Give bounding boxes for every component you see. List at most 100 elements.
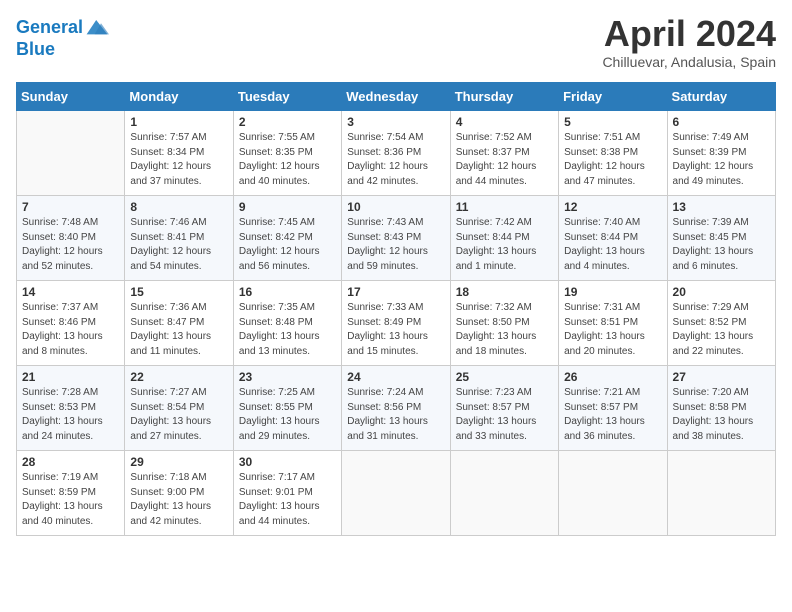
calendar-week-row: 14 Sunrise: 7:37 AM Sunset: 8:46 PM Dayli… [17, 281, 776, 366]
calendar-cell: 14 Sunrise: 7:37 AM Sunset: 8:46 PM Dayli… [17, 281, 125, 366]
day-detail: Sunrise: 7:51 AM Sunset: 8:38 PM Dayligh… [564, 131, 661, 189]
day-number: 14 [22, 285, 119, 299]
day-number: 9 [239, 200, 336, 214]
day-detail: Sunrise: 7:57 AM Sunset: 8:34 PM Dayligh… [130, 131, 227, 189]
day-detail: Sunrise: 7:46 AM Sunset: 8:41 PM Dayligh… [130, 216, 227, 274]
day-number: 13 [673, 200, 770, 214]
logo-icon [85, 16, 109, 40]
day-number: 24 [347, 370, 444, 384]
logo: General Blue [16, 16, 109, 60]
day-detail: Sunrise: 7:43 AM Sunset: 8:43 PM Dayligh… [347, 216, 444, 274]
weekday-header: Friday [559, 83, 667, 111]
calendar-cell: 21 Sunrise: 7:28 AM Sunset: 8:53 PM Dayli… [17, 366, 125, 451]
day-detail: Sunrise: 7:17 AM Sunset: 9:01 PM Dayligh… [239, 471, 336, 529]
day-detail: Sunrise: 7:23 AM Sunset: 8:57 PM Dayligh… [456, 386, 553, 444]
day-number: 10 [347, 200, 444, 214]
calendar-cell [667, 451, 775, 536]
day-number: 7 [22, 200, 119, 214]
day-number: 19 [564, 285, 661, 299]
calendar-cell: 5 Sunrise: 7:51 AM Sunset: 8:38 PM Daylig… [559, 111, 667, 196]
day-number: 20 [673, 285, 770, 299]
calendar-table: SundayMondayTuesdayWednesdayThursdayFrid… [16, 82, 776, 536]
day-number: 6 [673, 115, 770, 129]
day-detail: Sunrise: 7:29 AM Sunset: 8:52 PM Dayligh… [673, 301, 770, 359]
calendar-cell [559, 451, 667, 536]
day-detail: Sunrise: 7:35 AM Sunset: 8:48 PM Dayligh… [239, 301, 336, 359]
day-number: 26 [564, 370, 661, 384]
day-number: 5 [564, 115, 661, 129]
day-number: 30 [239, 455, 336, 469]
calendar-cell: 16 Sunrise: 7:35 AM Sunset: 8:48 PM Dayli… [233, 281, 341, 366]
calendar-week-row: 1 Sunrise: 7:57 AM Sunset: 8:34 PM Daylig… [17, 111, 776, 196]
day-detail: Sunrise: 7:32 AM Sunset: 8:50 PM Dayligh… [456, 301, 553, 359]
day-detail: Sunrise: 7:33 AM Sunset: 8:49 PM Dayligh… [347, 301, 444, 359]
day-detail: Sunrise: 7:48 AM Sunset: 8:40 PM Dayligh… [22, 216, 119, 274]
calendar-cell: 27Sunrise: 7:20 AM Sunset: 8:58 PM Dayli… [667, 366, 775, 451]
day-number: 15 [130, 285, 227, 299]
day-detail: Sunrise: 7:39 AM Sunset: 8:45 PM Dayligh… [673, 216, 770, 274]
day-number: 1 [130, 115, 227, 129]
calendar-cell: 23 Sunrise: 7:25 AM Sunset: 8:55 PM Dayli… [233, 366, 341, 451]
weekday-header-row: SundayMondayTuesdayWednesdayThursdayFrid… [17, 83, 776, 111]
calendar-cell: 29Sunrise: 7:18 AM Sunset: 9:00 PM Dayli… [125, 451, 233, 536]
day-number: 22 [130, 370, 227, 384]
calendar-cell: 19 Sunrise: 7:31 AM Sunset: 8:51 PM Dayli… [559, 281, 667, 366]
day-number: 2 [239, 115, 336, 129]
day-number: 21 [22, 370, 119, 384]
location-subtitle: Chilluevar, Andalusia, Spain [602, 54, 776, 70]
calendar-week-row: 21 Sunrise: 7:28 AM Sunset: 8:53 PM Dayli… [17, 366, 776, 451]
day-detail: Sunrise: 7:18 AM Sunset: 9:00 PM Dayligh… [130, 471, 227, 529]
weekday-header: Wednesday [342, 83, 450, 111]
day-detail: Sunrise: 7:49 AM Sunset: 8:39 PM Dayligh… [673, 131, 770, 189]
day-number: 27 [673, 370, 770, 384]
calendar-cell: 20 Sunrise: 7:29 AM Sunset: 8:52 PM Dayli… [667, 281, 775, 366]
weekday-header: Tuesday [233, 83, 341, 111]
calendar-cell: 12Sunrise: 7:40 AM Sunset: 8:44 PM Dayli… [559, 196, 667, 281]
weekday-header: Saturday [667, 83, 775, 111]
day-detail: Sunrise: 7:28 AM Sunset: 8:53 PM Dayligh… [22, 386, 119, 444]
calendar-week-row: 28 Sunrise: 7:19 AM Sunset: 8:59 PM Dayli… [17, 451, 776, 536]
month-title: April 2024 [602, 16, 776, 52]
day-detail: Sunrise: 7:27 AM Sunset: 8:54 PM Dayligh… [130, 386, 227, 444]
calendar-cell: 22 Sunrise: 7:27 AM Sunset: 8:54 PM Dayli… [125, 366, 233, 451]
calendar-cell: 1 Sunrise: 7:57 AM Sunset: 8:34 PM Daylig… [125, 111, 233, 196]
day-detail: Sunrise: 7:19 AM Sunset: 8:59 PM Dayligh… [22, 471, 119, 529]
day-detail: Sunrise: 7:52 AM Sunset: 8:37 PM Dayligh… [456, 131, 553, 189]
day-detail: Sunrise: 7:37 AM Sunset: 8:46 PM Dayligh… [22, 301, 119, 359]
day-number: 11 [456, 200, 553, 214]
weekday-header: Monday [125, 83, 233, 111]
calendar-cell: 10 Sunrise: 7:43 AM Sunset: 8:43 PM Dayli… [342, 196, 450, 281]
calendar-cell: 17 Sunrise: 7:33 AM Sunset: 8:49 PM Dayli… [342, 281, 450, 366]
day-number: 17 [347, 285, 444, 299]
day-detail: Sunrise: 7:55 AM Sunset: 8:35 PM Dayligh… [239, 131, 336, 189]
calendar-cell: 8 Sunrise: 7:46 AM Sunset: 8:41 PM Daylig… [125, 196, 233, 281]
calendar-cell: 25 Sunrise: 7:23 AM Sunset: 8:57 PM Dayli… [450, 366, 558, 451]
day-detail: Sunrise: 7:31 AM Sunset: 8:51 PM Dayligh… [564, 301, 661, 359]
day-number: 23 [239, 370, 336, 384]
day-number: 28 [22, 455, 119, 469]
day-number: 25 [456, 370, 553, 384]
calendar-cell: 4 Sunrise: 7:52 AM Sunset: 8:37 PM Daylig… [450, 111, 558, 196]
day-detail: Sunrise: 7:24 AM Sunset: 8:56 PM Dayligh… [347, 386, 444, 444]
logo-text2: Blue [16, 40, 55, 60]
day-number: 18 [456, 285, 553, 299]
calendar-cell: 7 Sunrise: 7:48 AM Sunset: 8:40 PM Daylig… [17, 196, 125, 281]
day-detail: Sunrise: 7:36 AM Sunset: 8:47 PM Dayligh… [130, 301, 227, 359]
calendar-cell: 18 Sunrise: 7:32 AM Sunset: 8:50 PM Dayli… [450, 281, 558, 366]
calendar-week-row: 7 Sunrise: 7:48 AM Sunset: 8:40 PM Daylig… [17, 196, 776, 281]
calendar-cell [342, 451, 450, 536]
weekday-header: Sunday [17, 83, 125, 111]
weekday-header: Thursday [450, 83, 558, 111]
day-number: 3 [347, 115, 444, 129]
page-header: General Blue April 2024 Chilluevar, Anda… [16, 16, 776, 70]
day-detail: Sunrise: 7:40 AM Sunset: 8:44 PM Dayligh… [564, 216, 661, 274]
day-detail: Sunrise: 7:45 AM Sunset: 8:42 PM Dayligh… [239, 216, 336, 274]
day-detail: Sunrise: 7:21 AM Sunset: 8:57 PM Dayligh… [564, 386, 661, 444]
calendar-cell: 24 Sunrise: 7:24 AM Sunset: 8:56 PM Dayli… [342, 366, 450, 451]
day-number: 4 [456, 115, 553, 129]
day-number: 16 [239, 285, 336, 299]
calendar-cell: 6 Sunrise: 7:49 AM Sunset: 8:39 PM Daylig… [667, 111, 775, 196]
day-detail: Sunrise: 7:25 AM Sunset: 8:55 PM Dayligh… [239, 386, 336, 444]
day-number: 8 [130, 200, 227, 214]
calendar-cell: 9 Sunrise: 7:45 AM Sunset: 8:42 PM Daylig… [233, 196, 341, 281]
